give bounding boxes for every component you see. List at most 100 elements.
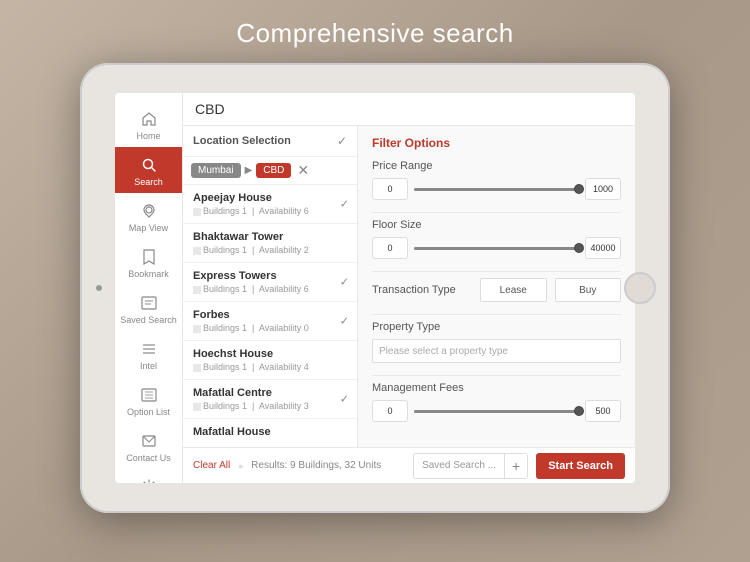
- property-item-apeejay[interactable]: Apeejay House Buildings 1 | Availability…: [183, 185, 357, 224]
- property-meta: Buildings 1 | Availability 6: [193, 284, 347, 294]
- buildings-box: [193, 208, 201, 216]
- buildings-box: [193, 403, 201, 411]
- tag-mumbai[interactable]: Mumbai: [191, 163, 241, 178]
- ipad-home-button[interactable]: [624, 272, 656, 304]
- location-header-label: Location Selection: [193, 135, 291, 147]
- buy-button[interactable]: Buy: [555, 278, 622, 302]
- ipad-camera: [96, 285, 102, 291]
- sidebar-item-contact[interactable]: Contact Us: [115, 423, 182, 469]
- sidebar-item-option-list[interactable]: Option List: [115, 377, 182, 423]
- home-icon: [139, 109, 159, 129]
- property-name: Forbes: [193, 309, 347, 321]
- property-item-mafatlal-centre[interactable]: Mafatlal Centre Buildings 1 | Availabili…: [183, 380, 357, 419]
- property-item-mafatlal-house[interactable]: Mafatlal House: [183, 419, 357, 447]
- search-icon: [139, 155, 159, 175]
- sidebar-label-intel: Intel: [140, 361, 157, 371]
- top-bar: CBD: [183, 93, 635, 126]
- property-check-icon: ✓: [340, 393, 349, 406]
- property-list: Apeejay House Buildings 1 | Availability…: [183, 185, 357, 447]
- sidebar-item-search[interactable]: Search: [115, 147, 182, 193]
- floor-min-input[interactable]: 0: [372, 237, 408, 259]
- saved-search-plus-button[interactable]: +: [504, 454, 527, 478]
- filter-floor-size: Floor Size 0 40000: [372, 219, 621, 259]
- floor-slider-thumb[interactable]: [574, 243, 584, 253]
- lease-button[interactable]: Lease: [480, 278, 547, 302]
- list-icon: [139, 385, 159, 405]
- sidebar-label-contact: Contact Us: [126, 453, 171, 463]
- footer-separator: •: [238, 458, 243, 474]
- buildings-box: [193, 325, 201, 333]
- property-meta: Buildings 1 | Availability 2: [193, 245, 347, 255]
- fees-slider-fill: [414, 410, 579, 413]
- property-type-select[interactable]: Please select a property type: [372, 339, 621, 363]
- property-meta: Buildings 1 | Availability 3: [193, 401, 347, 411]
- floor-slider-track-wrap[interactable]: [414, 241, 579, 255]
- price-slider-track-wrap[interactable]: [414, 182, 579, 196]
- filter-divider-1: [372, 212, 621, 213]
- price-max-input[interactable]: 1000: [585, 178, 621, 200]
- property-item-hoechst[interactable]: Hoechst House Buildings 1 | Availability…: [183, 341, 357, 380]
- saved-search-field[interactable]: Saved Search ... +: [413, 453, 528, 479]
- clear-all-button[interactable]: Clear All: [193, 460, 230, 471]
- property-meta: Buildings 1 | Availability 0: [193, 323, 347, 333]
- price-range-slider-row: 0 1000: [372, 178, 621, 200]
- screen-title: CBD: [195, 101, 225, 117]
- tag-arrow: ▶: [245, 165, 253, 176]
- location-check-icon: ✓: [337, 134, 347, 148]
- bookmark-icon: [139, 247, 159, 267]
- filter-property-type: Property Type Please select a property t…: [372, 321, 621, 363]
- filter-price-range: Price Range 0 1000: [372, 160, 621, 200]
- property-name: Hoechst House: [193, 348, 347, 360]
- buildings-box: [193, 286, 201, 294]
- fees-max-input[interactable]: 500: [585, 400, 621, 422]
- filter-divider-2: [372, 271, 621, 272]
- property-name: Bhaktawar Tower: [193, 231, 347, 243]
- main-content: CBD Location Selection ✓ Mumbai ▶ CBD ✕: [183, 93, 635, 483]
- floor-slider-fill: [414, 247, 579, 250]
- tag-cbd[interactable]: CBD: [256, 163, 291, 178]
- fees-slider-thumb[interactable]: [574, 406, 584, 416]
- filter-management-fees: Management Fees 0 500: [372, 382, 621, 422]
- map-icon: [139, 201, 159, 221]
- floor-max-input[interactable]: 40000: [585, 237, 621, 259]
- property-name: Mafatlal Centre: [193, 387, 347, 399]
- tag-close-icon[interactable]: ✕: [297, 162, 309, 179]
- sidebar-item-settings[interactable]: Settings: [115, 469, 182, 483]
- sidebar-item-bookmark[interactable]: Bookmark: [115, 239, 182, 285]
- ipad-shell: Home Search Map View: [80, 63, 670, 513]
- saved-search-icon: [139, 293, 159, 313]
- intel-icon: [139, 339, 159, 359]
- sidebar-item-intel[interactable]: Intel: [115, 331, 182, 377]
- filter-divider-4: [372, 375, 621, 376]
- filter-title: Filter Options: [372, 136, 621, 150]
- floor-slider-track: [414, 247, 579, 250]
- sidebar-item-mapview[interactable]: Map View: [115, 193, 182, 239]
- property-meta: Buildings 1 | Availability 4: [193, 362, 347, 372]
- property-item-express[interactable]: Express Towers Buildings 1 | Availabilit…: [183, 263, 357, 302]
- price-slider-thumb[interactable]: [574, 184, 584, 194]
- sidebar-label-saved: Saved Search: [120, 315, 177, 325]
- start-search-button[interactable]: Start Search: [536, 453, 625, 479]
- sidebar-item-home[interactable]: Home: [115, 101, 182, 147]
- transaction-type-label: Transaction Type: [372, 284, 472, 296]
- contact-icon: [139, 431, 159, 451]
- footer-results-text: Results: 9 Buildings, 32 Units: [251, 460, 405, 471]
- property-check-icon: ✓: [340, 276, 349, 289]
- sidebar-label-bookmark: Bookmark: [128, 269, 169, 279]
- price-range-label: Price Range: [372, 160, 621, 172]
- filter-divider-3: [372, 314, 621, 315]
- sidebar-label-optionlist: Option List: [127, 407, 170, 417]
- left-panel: Location Selection ✓ Mumbai ▶ CBD ✕ Apee…: [183, 126, 358, 447]
- sidebar: Home Search Map View: [115, 93, 183, 483]
- page-header: Comprehensive search: [0, 0, 750, 63]
- property-check-icon: ✓: [340, 198, 349, 211]
- sidebar-item-saved-search[interactable]: Saved Search: [115, 285, 182, 331]
- buildings-box: [193, 247, 201, 255]
- fees-min-input[interactable]: 0: [372, 400, 408, 422]
- price-min-input[interactable]: 0: [372, 178, 408, 200]
- property-item-bhaktawar[interactable]: Bhaktawar Tower Buildings 1 | Availabili…: [183, 224, 357, 263]
- fees-slider-track-wrap[interactable]: [414, 404, 579, 418]
- property-item-forbes[interactable]: Forbes Buildings 1 | Availability 0 ✓: [183, 302, 357, 341]
- filter-transaction-type: Transaction Type Lease Buy: [372, 278, 621, 302]
- price-slider-track: [414, 188, 579, 191]
